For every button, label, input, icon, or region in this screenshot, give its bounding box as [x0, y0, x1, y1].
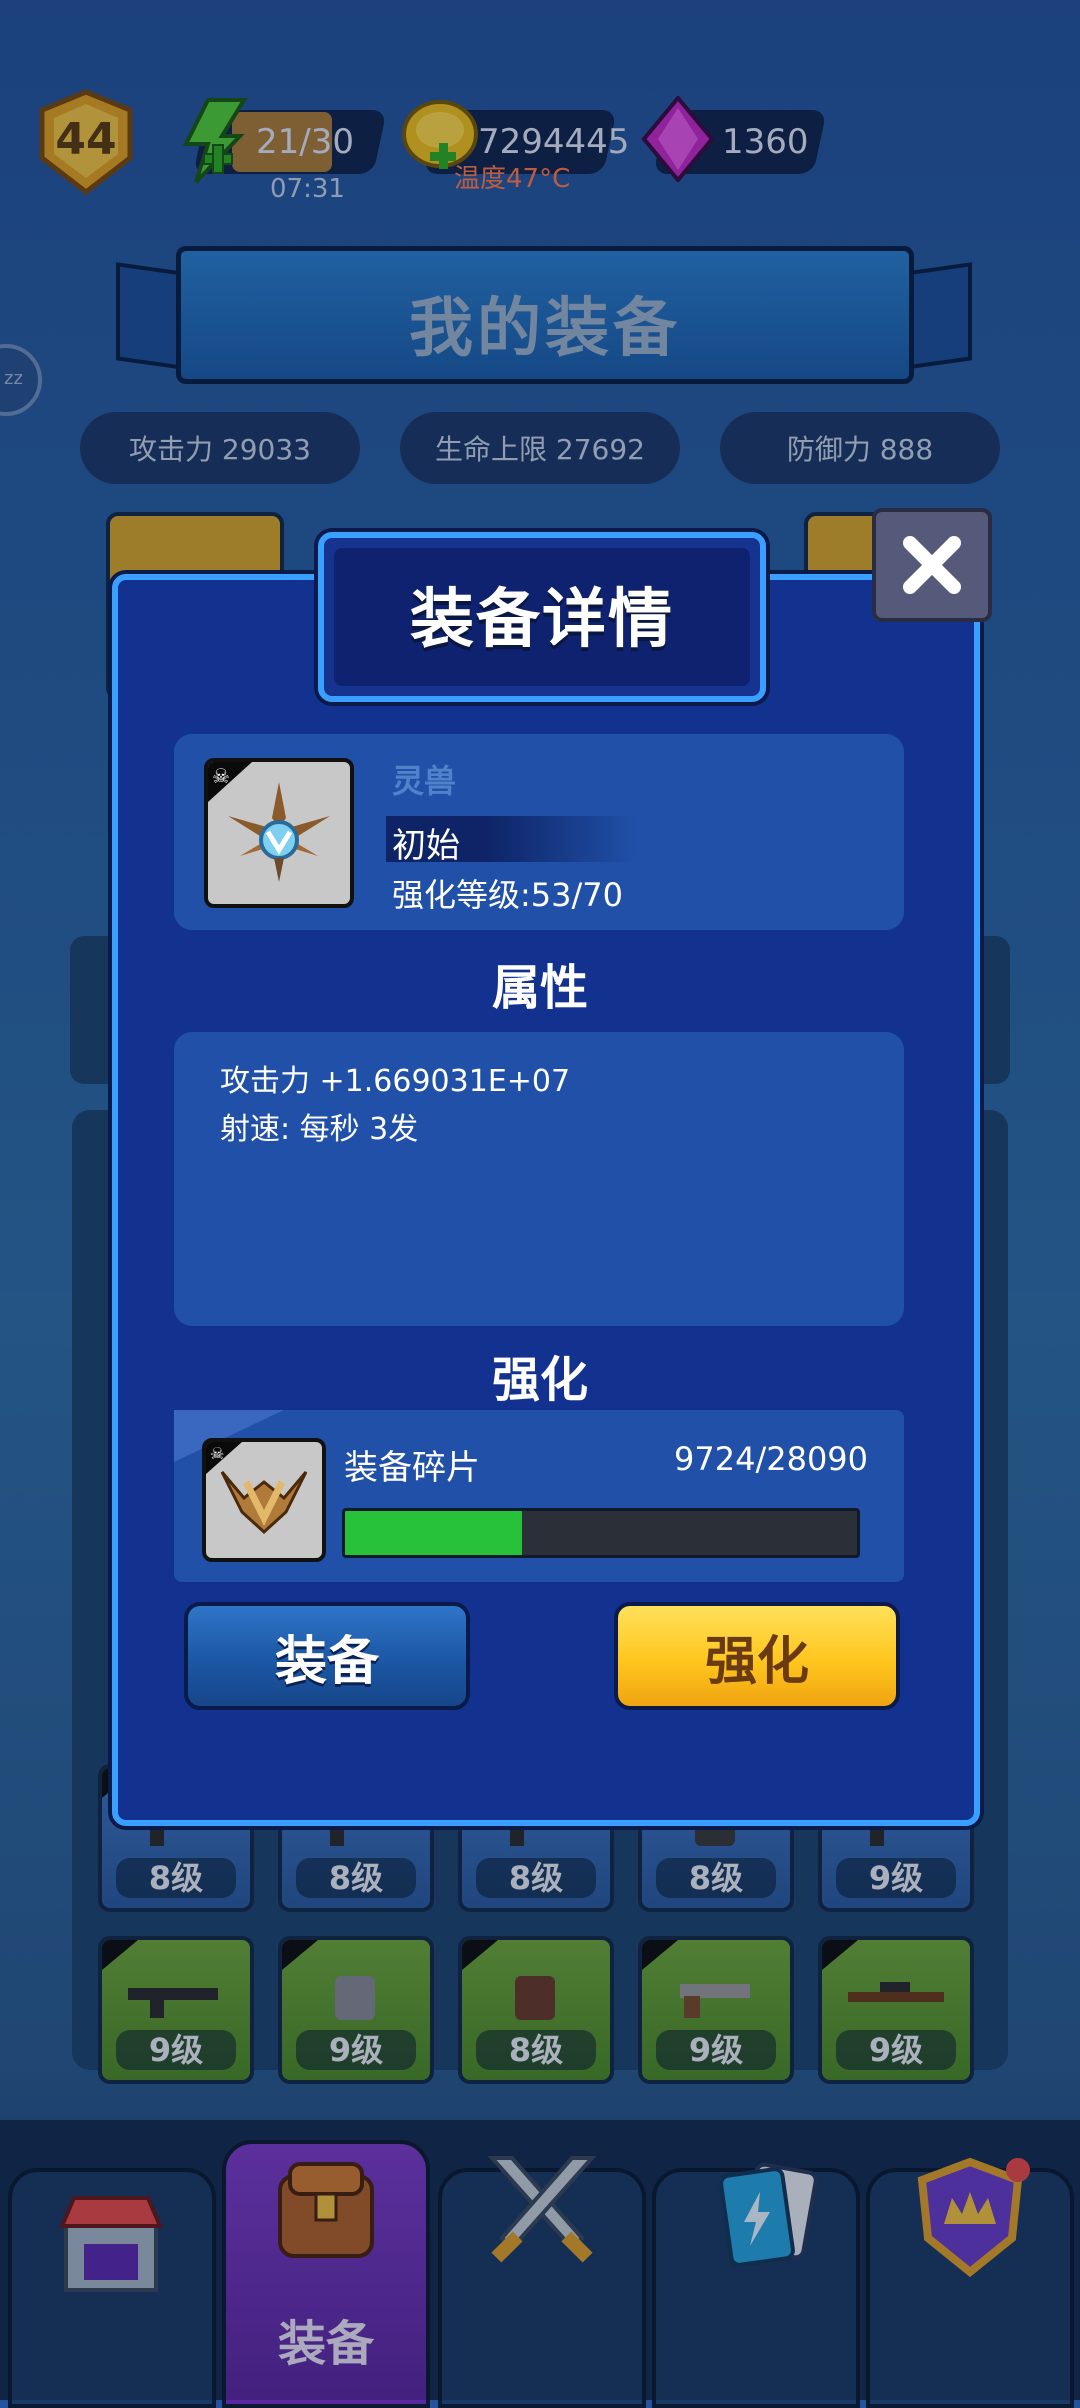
item-type: 灵兽	[392, 762, 457, 800]
modal-header: 装备详情	[318, 532, 766, 702]
enhance-level: 强化等级:53/70	[392, 876, 624, 914]
close-button[interactable]	[872, 508, 992, 622]
item-icon-box: ☠	[204, 758, 354, 908]
upgrade-button[interactable]: 强化	[614, 1602, 900, 1710]
attribute-attack: 攻击力 +1.669031E+07	[220, 1064, 571, 1099]
upgrade-button-label: 强化	[704, 1631, 809, 1692]
close-icon	[903, 536, 961, 594]
shard-icon	[220, 1471, 308, 1535]
modal-title: 装备详情	[410, 583, 674, 657]
equip-button-label: 装备	[274, 1631, 379, 1692]
equip-button[interactable]: 装备	[184, 1602, 470, 1710]
attribute-fire-rate: 射速: 每秒 3发	[220, 1112, 419, 1147]
material-progress-fill	[345, 1511, 523, 1555]
material-icon-box: ☠	[202, 1438, 326, 1562]
spirit-beast-icon	[228, 782, 330, 882]
material-progress-bar	[342, 1508, 860, 1558]
enhance-title: 强化	[491, 1352, 588, 1408]
material-name: 装备碎片	[344, 1448, 480, 1488]
item-quality: 初始	[392, 826, 460, 866]
material-count: 9724/28090	[674, 1440, 869, 1478]
attributes-title: 属性	[491, 960, 588, 1016]
